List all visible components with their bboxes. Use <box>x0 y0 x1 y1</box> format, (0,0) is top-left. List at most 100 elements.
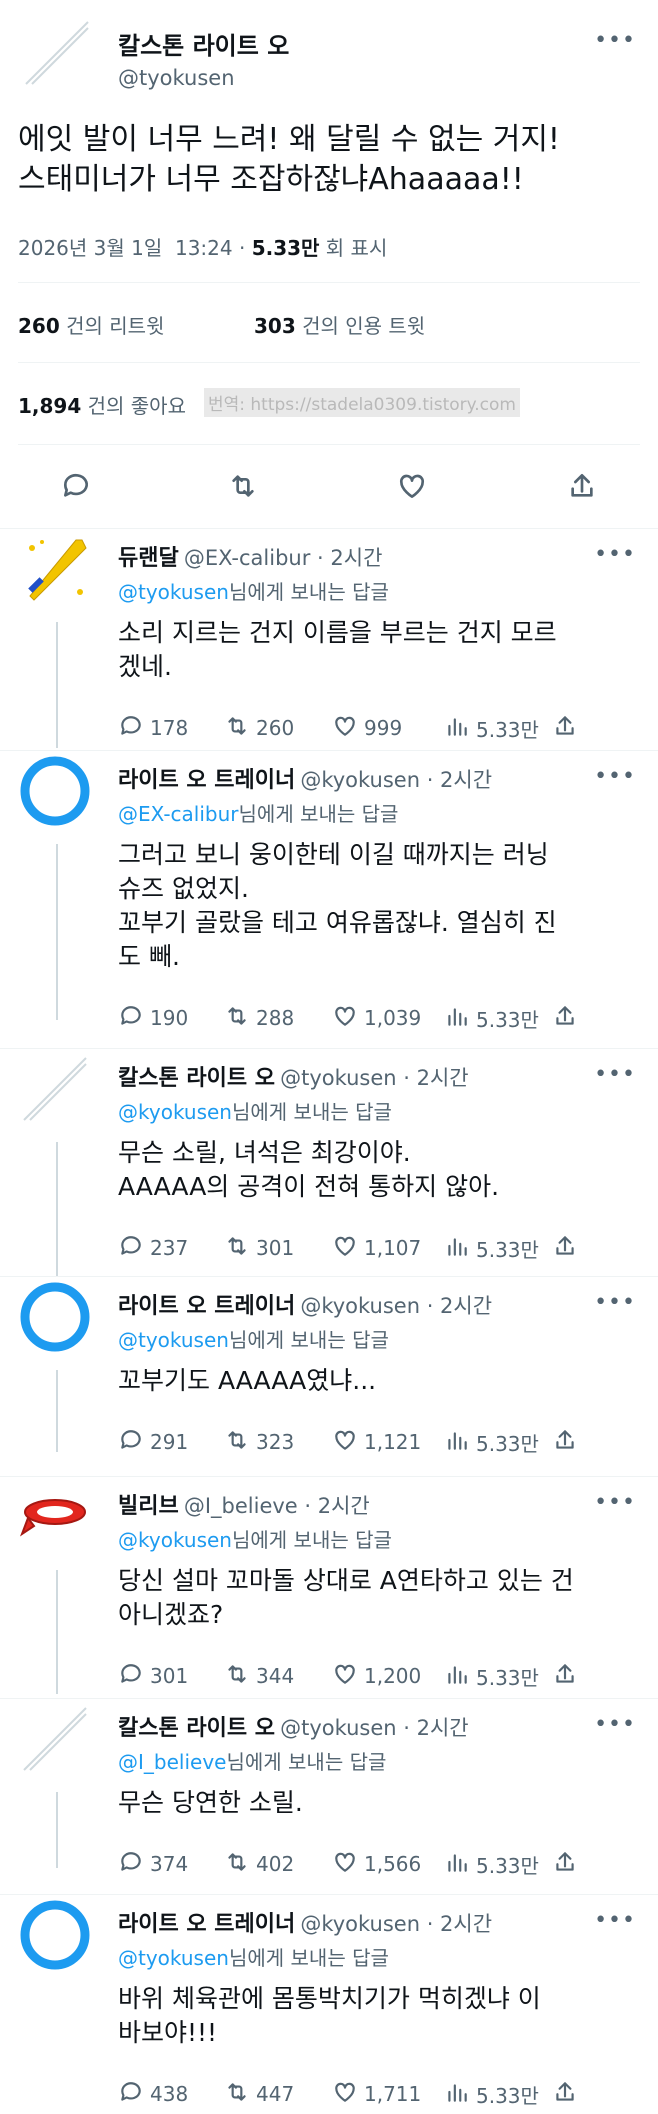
views-button[interactable]: 5.33만 <box>444 1228 539 1268</box>
reply-author-name[interactable]: 라이트 오 트레이너 <box>118 1912 295 1937</box>
avatar[interactable] <box>20 1054 90 1128</box>
avatar[interactable] <box>19 1482 90 1556</box>
reply-author-handle[interactable]: @kyokusen · 2시간 <box>300 1912 492 1936</box>
reply-count: 237 <box>150 1236 189 1260</box>
reply-button[interactable]: 374 <box>118 1844 188 1884</box>
retweets-label: 건의 리트윗 <box>66 314 165 338</box>
tweet-meta: 2026년 3월 1일 13:24 · 5.33만 회 표시 <box>18 232 387 261</box>
likes-stat[interactable]: 1,894 건의 좋아요 <box>18 390 186 419</box>
reply-author-name[interactable]: 라이트 오 트레이너 <box>118 1294 295 1319</box>
avatar[interactable] <box>20 1704 90 1778</box>
retweet-button[interactable]: 260 <box>224 708 294 748</box>
views-button[interactable]: 5.33만 <box>444 1844 539 1884</box>
like-button[interactable]: 1,200 <box>332 1656 421 1696</box>
like-button[interactable]: 1,711 <box>332 2074 421 2114</box>
reply-icon <box>118 2079 144 2110</box>
reply-text: 당신 설마 꼬마돌 상대로 A연타하고 있는 건 아니겠죠? <box>118 1566 574 1629</box>
author-handle[interactable]: @tyokusen <box>118 66 235 90</box>
quotes-stat[interactable]: 303 건의 인용 트윗 <box>254 310 425 339</box>
share-button[interactable] <box>552 2074 578 2114</box>
more-icon[interactable]: ••• <box>594 30 636 52</box>
views-button[interactable]: 5.33만 <box>444 2074 539 2114</box>
reply-author-handle[interactable]: @tyokusen · 2시간 <box>280 1066 469 1090</box>
reply-author-name[interactable]: 라이트 오 트레이너 <box>118 768 295 793</box>
retweet-button[interactable]: 301 <box>224 1228 294 1268</box>
views-button[interactable]: 5.33만 <box>444 998 539 1038</box>
retweet-count: 323 <box>256 1430 295 1454</box>
reply-to-handle[interactable]: @tyokusen <box>118 1328 229 1352</box>
retweets-stat[interactable]: 260 건의 리트윗 <box>18 310 164 339</box>
share-button[interactable] <box>552 1422 578 1462</box>
reply-author-name[interactable]: 칼스톤 라이트 오 <box>118 1066 275 1091</box>
reply-to-handle[interactable]: @kyokusen <box>118 1100 232 1124</box>
share-button[interactable] <box>552 1844 578 1884</box>
reply-icon[interactable] <box>60 470 92 502</box>
share-button[interactable] <box>552 708 578 748</box>
retweet-button[interactable]: 447 <box>224 2074 294 2114</box>
reply-to-handle[interactable]: @EX-calibur <box>118 802 239 826</box>
views-button[interactable]: 5.33만 <box>444 1656 539 1696</box>
like-icon <box>332 713 358 744</box>
share-button[interactable] <box>552 1228 578 1268</box>
views-count: 5.33만 <box>476 1007 539 1032</box>
reply-button[interactable]: 237 <box>118 1228 188 1268</box>
avatar[interactable] <box>20 756 90 830</box>
reply-to-suffix: 님에게 보내는 답글 <box>228 580 389 604</box>
reply-to-handle[interactable]: @I_believe <box>118 1750 226 1774</box>
avatar[interactable] <box>20 534 90 608</box>
more-icon[interactable]: ••• <box>594 766 636 788</box>
share-icon[interactable] <box>566 470 598 502</box>
avatar[interactable] <box>20 1282 90 1356</box>
like-icon[interactable] <box>396 470 428 502</box>
reply-text: 무슨 당연한 소릴. <box>118 1788 303 1817</box>
reply-to-handle[interactable]: @kyokusen <box>118 1528 232 1552</box>
reply-button[interactable]: 301 <box>118 1656 188 1696</box>
retweet-icon[interactable] <box>227 470 259 502</box>
reply-icon <box>118 1849 144 1880</box>
more-icon[interactable]: ••• <box>594 1492 636 1514</box>
more-icon[interactable]: ••• <box>594 1292 636 1314</box>
reply-button[interactable]: 438 <box>118 2074 188 2114</box>
views-button[interactable]: 5.33만 <box>444 708 539 748</box>
reply-action-bar: 301 344 1,200 5.33만 <box>0 1656 658 1696</box>
reply-author-handle[interactable]: @kyokusen · 2시간 <box>300 768 492 792</box>
reply-icon <box>118 1427 144 1458</box>
retweet-button[interactable]: 402 <box>224 1844 294 1884</box>
more-icon[interactable]: ••• <box>594 1714 636 1736</box>
reply-button[interactable]: 190 <box>118 998 188 1038</box>
reply-author-handle[interactable]: @I_believe · 2시간 <box>184 1494 370 1518</box>
like-button[interactable]: 999 <box>332 708 402 748</box>
reply-button[interactable]: 291 <box>118 1422 188 1462</box>
share-button[interactable] <box>552 1656 578 1696</box>
like-button[interactable]: 1,121 <box>332 1422 421 1462</box>
avatar-lines[interactable] <box>22 18 92 88</box>
views-count: 5.33만 <box>476 1237 539 1262</box>
reply-author-handle[interactable]: @kyokusen · 2시간 <box>300 1294 492 1318</box>
author-name[interactable]: 칼스톤 라이트 오 <box>118 26 289 61</box>
views-button[interactable]: 5.33만 <box>444 1422 539 1462</box>
reply-to-suffix: 님에게 보내는 답글 <box>231 1100 392 1124</box>
tweet-date[interactable]: 2026년 3월 1일 13:24 · <box>18 236 252 260</box>
retweet-button[interactable]: 288 <box>224 998 294 1038</box>
more-icon[interactable]: ••• <box>594 544 636 566</box>
share-icon <box>552 713 578 744</box>
retweet-icon <box>224 1233 250 1264</box>
like-button[interactable]: 1,039 <box>332 998 421 1038</box>
avatar[interactable] <box>20 1900 90 1974</box>
more-icon[interactable]: ••• <box>594 1910 636 1932</box>
retweet-button[interactable]: 323 <box>224 1422 294 1462</box>
more-icon[interactable]: ••• <box>594 1064 636 1086</box>
reply-button[interactable]: 178 <box>118 708 188 748</box>
reply-header: 빌리브 @I_believe · 2시간 <box>118 1488 370 1520</box>
reply-author-name[interactable]: 듀랜달 <box>118 546 179 571</box>
reply-author-handle[interactable]: @tyokusen · 2시간 <box>280 1716 469 1740</box>
share-button[interactable] <box>552 998 578 1038</box>
like-button[interactable]: 1,566 <box>332 1844 421 1884</box>
reply-to-handle[interactable]: @tyokusen <box>118 1946 229 1970</box>
reply-author-name[interactable]: 빌리브 <box>118 1494 179 1519</box>
reply-to-handle[interactable]: @tyokusen <box>118 580 229 604</box>
like-button[interactable]: 1,107 <box>332 1228 421 1268</box>
retweet-button[interactable]: 344 <box>224 1656 294 1696</box>
reply-author-handle[interactable]: @EX-calibur · 2시간 <box>184 546 383 570</box>
reply-author-name[interactable]: 칼스톤 라이트 오 <box>118 1716 275 1741</box>
